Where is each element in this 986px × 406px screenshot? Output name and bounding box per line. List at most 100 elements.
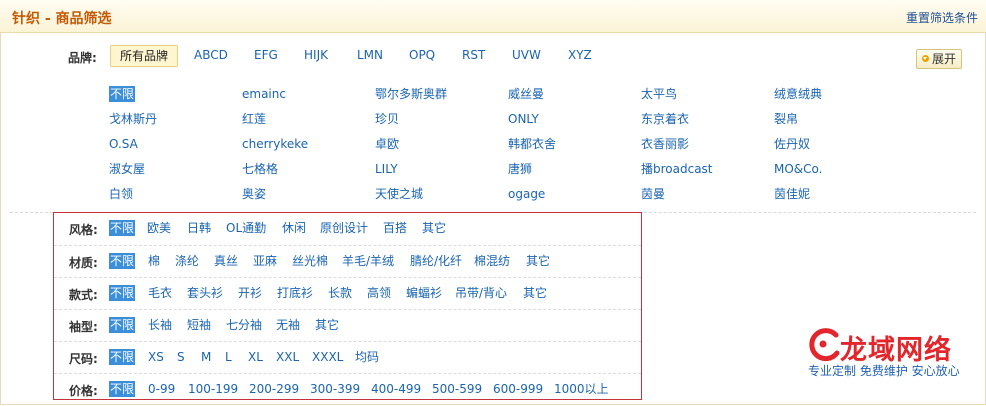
filter-option-type[interactable]: 不限 — [109, 285, 136, 301]
brand-option[interactable]: LILY — [375, 161, 398, 177]
filter-option-price[interactable]: 500-599 — [432, 381, 482, 397]
expand-button[interactable]: 展开 — [916, 49, 962, 69]
logo-slogan: 专业定制 免费维护 安心放心 — [808, 364, 960, 378]
filter-option-sleeve[interactable]: 短袖 — [187, 317, 211, 333]
filter-option-size[interactable]: XL — [248, 349, 263, 365]
filter-option-price[interactable]: 不限 — [109, 381, 136, 397]
filter-option-type[interactable]: 其它 — [523, 285, 547, 301]
filter-option-material[interactable]: 腈纶/化纤 — [410, 253, 462, 269]
tab-letters-xyz[interactable]: XYZ — [568, 45, 592, 65]
filter-option-style[interactable]: 不限 — [109, 220, 136, 236]
filter-option-material[interactable]: 涤纶 — [175, 253, 199, 269]
filter-option-size[interactable]: 均码 — [355, 349, 379, 365]
filter-option-size[interactable]: L — [225, 349, 232, 365]
filter-option-style[interactable]: OL通勤 — [226, 220, 266, 236]
brand-option[interactable]: 珍贝 — [375, 111, 399, 127]
brand-option[interactable]: MO&Co. — [774, 161, 822, 177]
reset-filters-link[interactable]: 重置筛选条件 — [906, 9, 978, 26]
brand-option[interactable]: 茵曼 — [641, 186, 665, 202]
filter-option-price[interactable]: 600-999 — [493, 381, 543, 397]
filter-option-type[interactable]: 高领 — [367, 285, 391, 301]
brand-option[interactable]: 裂帛 — [774, 111, 798, 127]
tab-letters-uvw[interactable]: UVW — [512, 45, 541, 65]
tab-letters-rst[interactable]: RST — [462, 45, 485, 65]
brand-option[interactable]: 太平鸟 — [641, 86, 677, 102]
filter-option-style[interactable]: 原创设计 — [320, 220, 368, 236]
brand-option[interactable]: cherrykeke — [242, 136, 308, 152]
filter-option-type[interactable]: 长款 — [328, 285, 352, 301]
filter-option-price[interactable]: 100-199 — [188, 381, 238, 397]
filter-option-style[interactable]: 欧美 — [147, 220, 171, 236]
brand-option[interactable]: ogage — [508, 186, 545, 202]
brand-option[interactable]: 七格格 — [242, 161, 278, 177]
brand-option[interactable]: ONLY — [508, 111, 539, 127]
filter-option-material[interactable]: 羊毛/羊绒 — [342, 253, 394, 269]
filter-option-size[interactable]: XXL — [276, 349, 299, 365]
expand-label: 展开 — [932, 52, 957, 66]
filter-option-sleeve[interactable]: 不限 — [109, 317, 136, 333]
filter-option-material[interactable]: 亚麻 — [253, 253, 277, 269]
filter-option-type[interactable]: 蝙蝠衫 — [406, 285, 442, 301]
brand-option[interactable]: 天使之城 — [375, 186, 423, 202]
filter-option-price[interactable]: 300-399 — [310, 381, 360, 397]
filter-row-size: 尺码: 不限 XS S M L XL XXL XXXL 均码 — [54, 341, 641, 373]
brand-option[interactable]: O.SA — [109, 136, 138, 152]
filter-option-type[interactable]: 打底衫 — [277, 285, 313, 301]
brand-option[interactable]: 白领 — [109, 186, 133, 202]
filter-option-type[interactable]: 开衫 — [238, 285, 262, 301]
filter-option-material[interactable]: 不限 — [109, 253, 136, 269]
brand-option[interactable]: 威丝曼 — [508, 86, 544, 102]
attribute-filters: 风格: 不限 欧美 日韩 OL通勤 休闲 原创设计 百搭 其它 材质: 不限棉涤纶 真丝 亚麻 丝光棉 羊毛… — [53, 212, 642, 400]
brand-option[interactable]: 红莲 — [242, 111, 266, 127]
filter-option-sleeve[interactable]: 无袖 — [276, 317, 300, 333]
filter-option-size[interactable]: XS — [148, 349, 164, 365]
filter-option-style[interactable]: 日韩 — [187, 220, 211, 236]
filter-option-style[interactable]: 百搭 — [383, 220, 407, 236]
tab-letters-abcd[interactable]: ABCD — [194, 45, 228, 65]
tab-letters-hijk[interactable]: HIJK — [304, 45, 328, 65]
filter-option-size[interactable]: XXXL — [312, 349, 343, 365]
filter-option-size[interactable]: 不限 — [109, 349, 136, 365]
brand-option[interactable]: 不限 — [109, 86, 136, 102]
brand-option[interactable]: 茵佳妮 — [774, 186, 810, 202]
panel-title: 针织 - 商品筛选 — [12, 11, 112, 27]
filter-option-price[interactable]: 0-99 — [148, 381, 175, 397]
filter-option-size[interactable]: S — [177, 349, 185, 365]
filter-option-material[interactable]: 棉混纺 — [474, 253, 510, 269]
filter-option-material[interactable]: 丝光棉 — [292, 253, 328, 269]
filter-row-sleeve: 袖型: 不限 长袖 短袖 七分袖 无袖 其它 — [54, 309, 641, 341]
filter-option-sleeve[interactable]: 长袖 — [148, 317, 172, 333]
filter-option-size[interactable]: M — [201, 349, 211, 365]
tab-letters-lmn[interactable]: LMN — [357, 45, 383, 65]
filter-option-price[interactable]: 1000以上 — [554, 381, 609, 397]
filter-option-style[interactable]: 休闲 — [282, 220, 306, 236]
tab-all-brands[interactable]: 所有品牌 — [110, 45, 179, 67]
filter-row-style: 风格: 不限 欧美 日韩 OL通勤 休闲 原创设计 百搭 其它 — [54, 213, 641, 244]
filter-option-type[interactable]: 吊带/背心 — [455, 285, 507, 301]
tab-letters-efg[interactable]: EFG — [254, 45, 278, 65]
filter-option-material[interactable]: 真丝 — [214, 253, 238, 269]
filter-option-material[interactable]: 棉 — [148, 253, 160, 269]
tab-letters-opq[interactable]: OPQ — [409, 45, 435, 65]
brand-option[interactable]: 奥姿 — [242, 186, 266, 202]
brand-option[interactable]: 东京着衣 — [641, 111, 689, 127]
brand-option[interactable]: 淑女屋 — [109, 161, 145, 177]
brand-option[interactable]: 卓欧 — [375, 136, 399, 152]
brand-option[interactable]: 佐丹奴 — [774, 136, 810, 152]
filter-option-price[interactable]: 400-499 — [371, 381, 421, 397]
filter-option-sleeve[interactable]: 七分袖 — [226, 317, 262, 333]
filter-option-type[interactable]: 套头衫 — [187, 285, 223, 301]
filter-option-material[interactable]: 其它 — [526, 253, 550, 269]
filter-option-price[interactable]: 200-299 — [249, 381, 299, 397]
brand-option[interactable]: 衣香丽影 — [641, 136, 689, 152]
brand-option[interactable]: 唐狮 — [508, 161, 532, 177]
brand-option[interactable]: 鄂尔多斯奥群 — [375, 86, 447, 102]
filter-option-style[interactable]: 其它 — [422, 220, 446, 236]
filter-option-type[interactable]: 毛衣 — [148, 285, 172, 301]
brand-option[interactable]: 绒意绒典 — [774, 86, 822, 102]
filter-option-sleeve[interactable]: 其它 — [315, 317, 339, 333]
brand-option[interactable]: 韩都衣舍 — [508, 136, 556, 152]
brand-option[interactable]: 戈林斯丹 — [109, 111, 157, 127]
brand-option[interactable]: 播broadcast — [641, 161, 713, 177]
brand-option[interactable]: emainc — [242, 86, 286, 102]
